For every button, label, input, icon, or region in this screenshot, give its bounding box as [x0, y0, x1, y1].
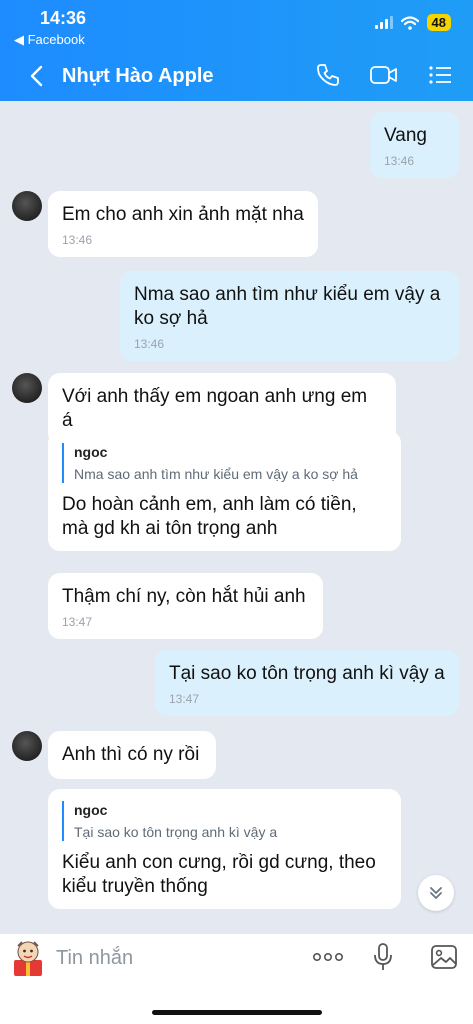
message-time: 13:46: [134, 337, 165, 351]
message-text-line: ko sợ hả: [134, 308, 208, 329]
video-call-icon[interactable]: [369, 62, 399, 88]
message-bubble-sent[interactable]: Tại sao ko tôn trọng anh kì vậy a 13:47: [155, 650, 459, 716]
scroll-to-bottom-button[interactable]: [418, 875, 454, 911]
menu-list-icon[interactable]: [427, 62, 453, 88]
message-bubble-sent[interactable]: Nma sao anh tìm như kiểu em vậy a ko sợ …: [120, 271, 459, 361]
contact-avatar[interactable]: [12, 373, 42, 403]
message-text: Với anh thấy em ngoan anh ưng em á: [62, 386, 368, 431]
message-input[interactable]: Tin nhắn: [56, 947, 133, 970]
message-text-line: Do hoàn cảnh em, anh làm có tiền,: [62, 494, 357, 515]
message-input-bar: Tin nhắn: [0, 934, 473, 1024]
back-to-facebook-link[interactable]: ◀ Facebook: [14, 32, 85, 48]
message-text-line: kiểu truyền thống: [62, 876, 208, 897]
message-text-line: Kiểu anh con cưng, rồi gd cưng, theo: [62, 852, 376, 873]
double-chevron-down-icon: [430, 887, 442, 899]
image-gallery-icon[interactable]: [430, 943, 458, 971]
message-bubble-sent[interactable]: Vang 13:46: [370, 112, 459, 178]
message-time: 13:46: [62, 233, 93, 247]
message-bubble-reply[interactable]: ngoc Nma sao anh tìm như kiểu em vậy a k…: [48, 431, 401, 551]
message-time: 13:47: [169, 692, 200, 706]
message-bubble-received[interactable]: Em cho anh xin ảnh mặt nha 13:46: [48, 191, 318, 257]
wifi-icon: [400, 15, 419, 30]
contact-avatar[interactable]: [12, 731, 42, 761]
quoted-sender: ngoc: [74, 444, 108, 460]
message-bubble-reply[interactable]: ngoc Tại sao ko tôn trọng anh kì vậy a K…: [48, 789, 401, 909]
message-text-line: Nma sao anh tìm như kiểu em vậy a: [134, 284, 441, 305]
message-bubble-received[interactable]: Thậm chí ny, còn hắt hủi anh 13:47: [48, 573, 323, 639]
message-bubble-received[interactable]: Anh thì có ny rồi: [48, 731, 216, 779]
battery-indicator: 48: [426, 14, 451, 31]
status-time: 14:36: [40, 8, 87, 28]
message-text: Vang: [384, 125, 427, 146]
message-text: Em cho anh xin ảnh mặt nha: [62, 204, 304, 225]
status-icons: 48: [374, 14, 451, 31]
message-text-line: mà gd kh ai tôn trọng anh: [62, 518, 278, 539]
back-arrow-icon[interactable]: [26, 64, 48, 88]
sticker-icon[interactable]: [10, 938, 46, 978]
message-text: Thậm chí ny, còn hắt hủi anh: [62, 586, 306, 607]
more-options-icon[interactable]: [312, 948, 344, 966]
message-text: Tại sao ko tôn trọng anh kì vậy a: [169, 663, 445, 684]
quoted-text: Tại sao ko tôn trọng anh kì vậy a: [74, 824, 278, 840]
message-time: 13:46: [384, 154, 415, 168]
quoted-message[interactable]: ngoc Tại sao ko tôn trọng anh kì vậy a: [62, 801, 387, 841]
quoted-message[interactable]: ngoc Nma sao anh tìm như kiểu em vậy a k…: [62, 443, 387, 483]
phone-call-icon[interactable]: [315, 62, 341, 88]
message-text: Anh thì có ny rồi: [62, 744, 200, 765]
contact-avatar[interactable]: [12, 191, 42, 221]
contact-name[interactable]: Nhựt Hào Apple: [62, 65, 214, 88]
home-indicator: [152, 1010, 322, 1015]
cellular-signal-icon: [374, 16, 393, 29]
quoted-text: Nma sao anh tìm như kiểu em vậy a ko sợ …: [74, 466, 358, 482]
quoted-sender: ngoc: [74, 802, 108, 818]
chat-header: 14:36 ◀ Facebook 48 Nhựt Hào Apple: [0, 0, 473, 101]
microphone-icon[interactable]: [372, 942, 394, 972]
message-time: 13:47: [62, 615, 93, 629]
